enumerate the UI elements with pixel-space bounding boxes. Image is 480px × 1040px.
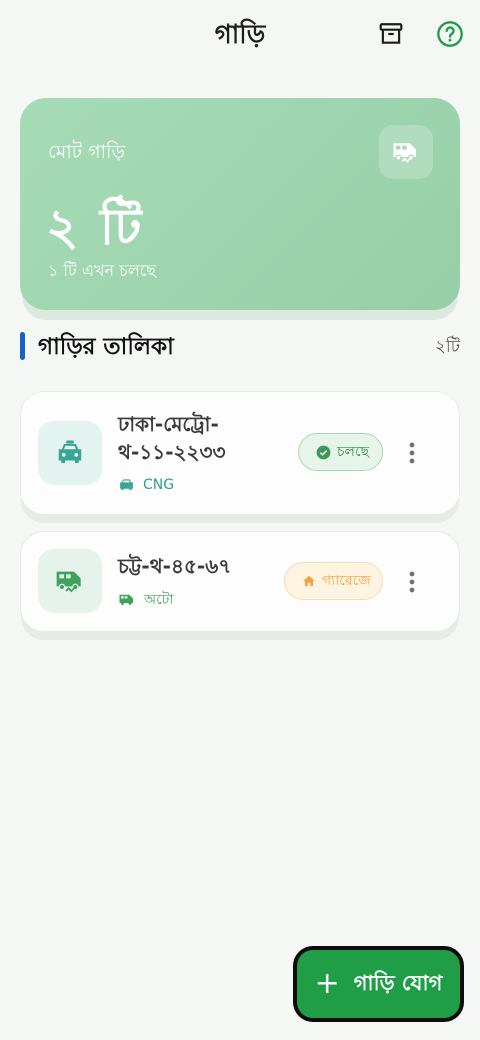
status-label: গ্যারেজে: [322, 573, 371, 589]
taxi-icon: [120, 479, 133, 491]
status-badge: গ্যারেজে: [284, 562, 383, 600]
plus-icon: +: [314, 966, 340, 1001]
more-vertical-icon: [409, 442, 415, 464]
vehicle-card[interactable]: ঢাকা-মেট্রো-থ-১১-২২৩৩ CNG চলছে: [20, 391, 460, 515]
archive-button[interactable]: [373, 16, 409, 52]
check-circle-icon: [316, 445, 331, 459]
add-vehicle-label: গাড়ি যোগ: [353, 970, 443, 995]
summary-icon-box: [379, 125, 433, 179]
vehicle-type: অটো: [118, 588, 173, 612]
vehicle-card[interactable]: চট্ট-থ-৪৫-৬৭ অটো গ্যারেজে: [20, 531, 460, 632]
add-vehicle-button[interactable]: + গাড়ি যোগ: [293, 946, 464, 1022]
vehicle-type: CNG: [118, 476, 174, 493]
total-vehicles-label: মোট গাড়ি: [48, 141, 126, 163]
section-count: ২টি: [434, 337, 460, 357]
rv-van-icon: [56, 571, 81, 593]
vehicle-type-label: CNG: [143, 476, 175, 493]
vehicle-number: চট্ট-থ-৪৫-৬৭: [118, 554, 232, 578]
rv-van-icon: [393, 143, 416, 163]
more-options-button[interactable]: [400, 564, 424, 600]
taxi-icon: [58, 440, 82, 463]
status-badge: চলছে: [298, 433, 383, 471]
section-title: গাড়ির তালিকা: [38, 334, 174, 360]
total-vehicles-card: মোট গাড়ি ২ টি ১ টি এখন চলছে: [20, 98, 460, 310]
help-button[interactable]: [432, 16, 468, 52]
vehicle-icon-box: [38, 549, 102, 613]
vehicle-type-label: অটো: [144, 592, 174, 608]
vehicle-icon-box: [38, 421, 102, 485]
more-options-button[interactable]: [400, 435, 424, 471]
archive-icon: [379, 23, 403, 44]
help-circle-icon: [437, 21, 463, 47]
rv-van-icon: [119, 594, 133, 605]
top-app-bar: গাড়ি: [0, 0, 480, 70]
section-accent-bar: [20, 332, 25, 360]
more-vertical-icon: [409, 571, 415, 593]
vehicle-number: ঢাকা-মেট্রো-থ-১১-২২৩৩: [118, 412, 226, 464]
status-label: চলছে: [337, 444, 370, 460]
running-now-text: ১ টি এখন চলছে: [48, 261, 156, 280]
home-icon: [303, 575, 315, 587]
